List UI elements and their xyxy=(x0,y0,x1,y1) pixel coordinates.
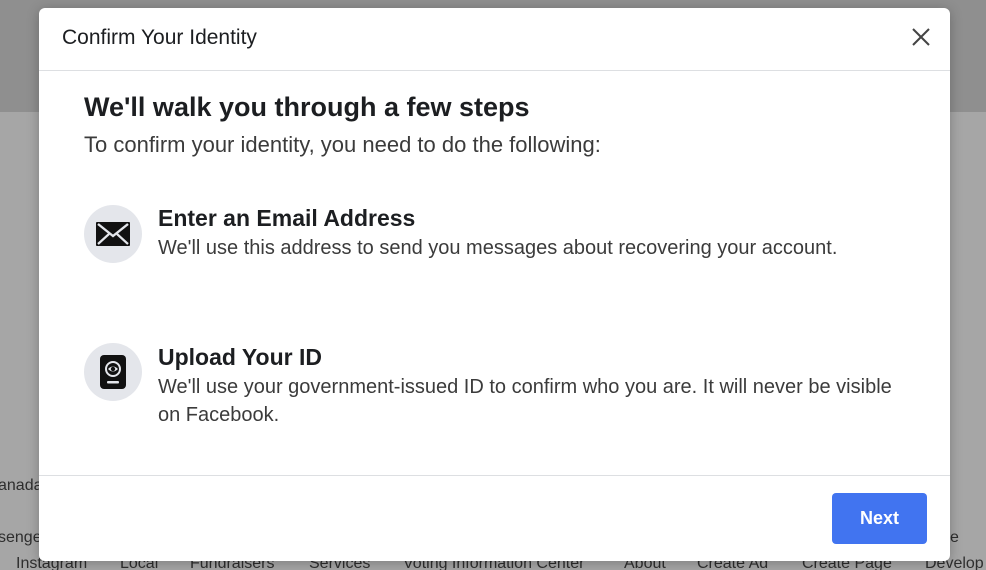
close-button[interactable] xyxy=(908,24,934,50)
email-step-icon-container xyxy=(84,205,142,263)
dialog-header: Confirm Your Identity xyxy=(39,8,950,71)
dialog-subheadline: To confirm your identity, you need to do… xyxy=(84,132,601,157)
envelope-icon xyxy=(96,222,130,246)
footer-fragment: anada xyxy=(0,477,43,494)
id-card-icon xyxy=(100,355,126,389)
footer-fragment: senge xyxy=(0,529,42,546)
step-description-id: We'll use your government-issued ID to c… xyxy=(158,376,892,426)
dialog-footer-divider xyxy=(39,475,950,476)
dialog-headline: We'll walk you through a few steps xyxy=(84,92,530,122)
close-icon xyxy=(912,28,930,46)
step-title-email: Enter an Email Address xyxy=(158,205,416,231)
confirm-identity-dialog: Confirm Your Identity We'll walk you thr… xyxy=(39,8,950,561)
step-description-email: We'll use this address to send you messa… xyxy=(158,237,838,259)
next-button[interactable]: Next xyxy=(832,493,927,544)
id-step-icon-container xyxy=(84,343,142,401)
dialog-title: Confirm Your Identity xyxy=(62,26,257,49)
footer-fragment: e xyxy=(950,529,959,546)
step-title-id: Upload Your ID xyxy=(158,344,322,370)
